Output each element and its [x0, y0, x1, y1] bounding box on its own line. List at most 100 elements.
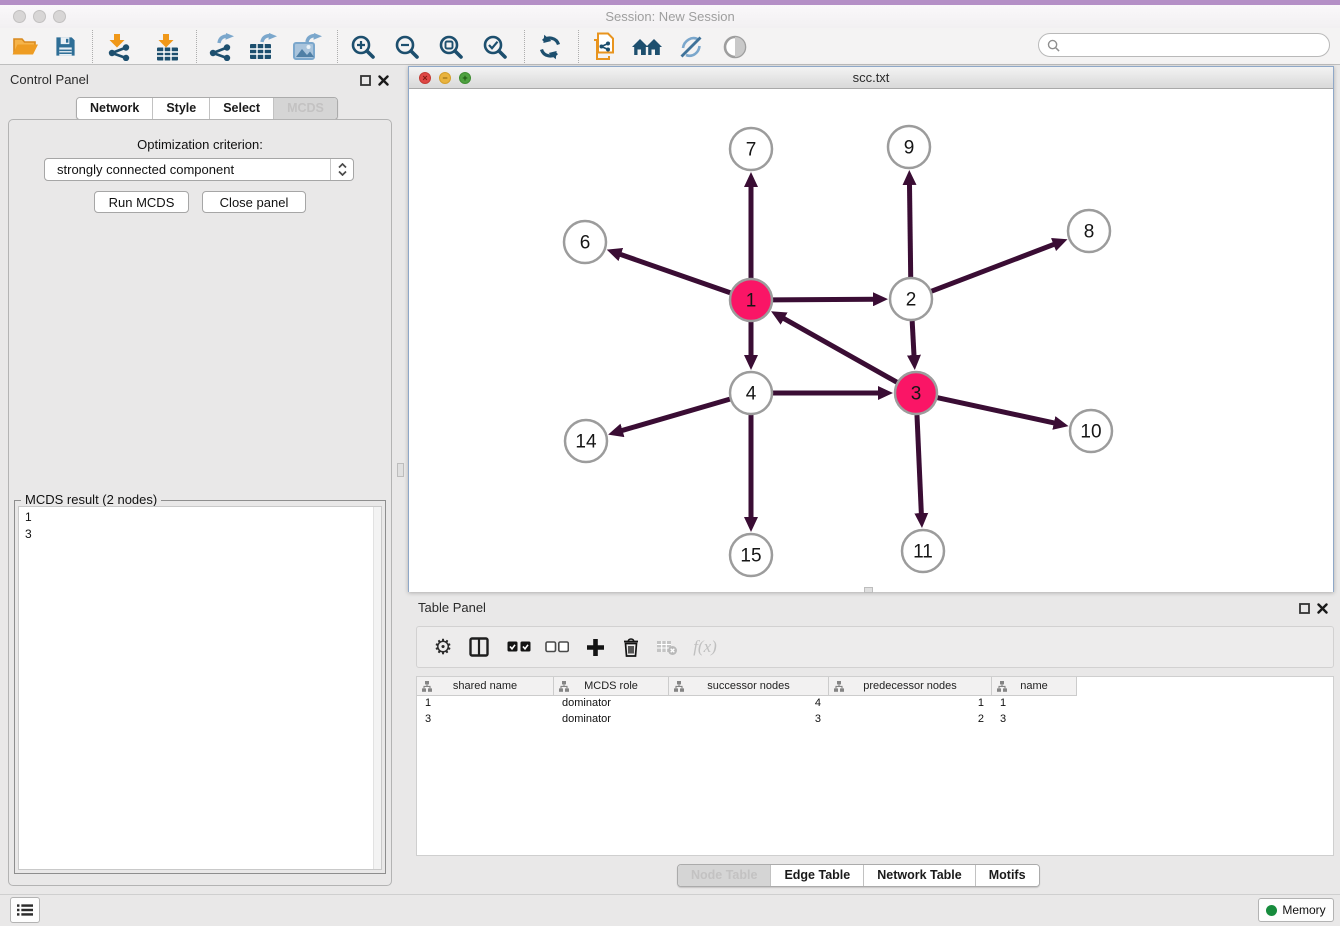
graphics-details-button[interactable] [716, 30, 754, 63]
table-row[interactable]: 1dominator411 [417, 696, 1333, 712]
select-all-button[interactable] [503, 632, 535, 662]
table-cell[interactable]: 2 [829, 712, 992, 728]
node-label: 8 [1084, 222, 1095, 243]
column-visibility-button[interactable] [463, 632, 495, 662]
zoom-out-button[interactable] [388, 30, 426, 63]
search-input[interactable] [1064, 35, 1329, 55]
node-label: 10 [1080, 422, 1101, 443]
tab-edge-table[interactable]: Edge Table [771, 865, 864, 886]
mcds-result-area[interactable]: 1 3 [18, 506, 382, 870]
table-cell[interactable]: 4 [669, 696, 829, 712]
delete-table-button[interactable] [651, 632, 683, 662]
optimization-dropdown[interactable]: strongly connected component [44, 158, 354, 181]
zoom-fit-button[interactable] [432, 30, 470, 63]
table-cell[interactable]: dominator [554, 696, 669, 712]
function-builder-button[interactable]: f(x) [689, 632, 721, 662]
column-header-shared-name[interactable]: shared name [417, 677, 554, 696]
tab-network-table[interactable]: Network Table [864, 865, 976, 886]
table-panel-close-button[interactable] [1315, 601, 1329, 615]
table-panel-tabs: Node TableEdge TableNetwork TableMotifs [677, 864, 1040, 887]
table-cell[interactable]: 3 [417, 712, 554, 728]
mcds-result-text: 1 3 [25, 509, 32, 543]
edge-1-6[interactable] [619, 254, 730, 293]
toolbar-separator [337, 30, 338, 63]
export-network-button[interactable] [202, 30, 240, 63]
zoom-in-icon [350, 34, 376, 60]
table-panel-float-button[interactable] [1297, 601, 1311, 615]
node-11[interactable]: 11 [902, 530, 944, 572]
run-mcds-button[interactable]: Run MCDS [94, 191, 189, 213]
column-header-predecessor-nodes[interactable]: predecessor nodes [829, 677, 992, 696]
tab-motifs[interactable]: Motifs [976, 865, 1039, 886]
column-header-name[interactable]: name [992, 677, 1077, 696]
zoom-in-button[interactable] [344, 30, 382, 63]
node-15[interactable]: 15 [730, 534, 772, 576]
edge-2-3[interactable] [912, 321, 914, 357]
tab-select[interactable]: Select [210, 98, 274, 119]
column-header-MCDS-role[interactable]: MCDS role [554, 677, 669, 696]
table-settings-button[interactable]: ⚙ [427, 632, 459, 662]
tab-node-table[interactable]: Node Table [678, 865, 771, 886]
network-canvas[interactable]: 1 2 3 4 6 7 8 9 10 11 14 15 [409, 89, 1333, 592]
node-14[interactable]: 14 [565, 420, 607, 462]
network-window-titlebar[interactable]: × − + scc.txt [409, 67, 1333, 89]
edge-4-14[interactable] [621, 399, 730, 431]
control-panel-float-button[interactable] [358, 73, 372, 87]
edge-3-1[interactable] [782, 318, 896, 383]
table-row[interactable]: 3dominator323 [417, 712, 1333, 728]
network-graph[interactable]: 1 2 3 4 6 7 8 9 10 11 14 15 [409, 89, 1333, 592]
node-1[interactable]: 1 [730, 279, 772, 321]
memory-button[interactable]: Memory [1258, 898, 1334, 922]
column-header-successor-nodes[interactable]: successor nodes [669, 677, 829, 696]
table-cell[interactable]: 3 [669, 712, 829, 728]
import-table-button[interactable] [148, 30, 186, 63]
table-cell[interactable]: 1 [829, 696, 992, 712]
first-neighbors-button[interactable] [628, 30, 666, 63]
edge-2-8[interactable] [932, 244, 1056, 291]
delete-column-button[interactable] [615, 632, 647, 662]
task-history-button[interactable] [10, 897, 40, 923]
attribute-icon [422, 681, 432, 692]
style-brush-button[interactable] [672, 30, 710, 63]
table-cell[interactable]: dominator [554, 712, 669, 728]
node-7[interactable]: 7 [730, 128, 772, 170]
edge-3-11[interactable] [917, 415, 921, 515]
export-table-button[interactable] [244, 30, 282, 63]
attribute-icon [674, 681, 684, 692]
result-scrollbar[interactable] [373, 507, 381, 869]
refresh-button[interactable] [531, 30, 569, 63]
tab-mcds[interactable]: MCDS [274, 98, 337, 119]
edge-2-9[interactable] [909, 183, 910, 277]
node-10[interactable]: 10 [1070, 410, 1112, 452]
table-cell[interactable]: 1 [417, 696, 554, 712]
add-column-button[interactable] [579, 632, 611, 662]
edge-3-10[interactable] [937, 398, 1055, 424]
network-from-selection-button[interactable] [586, 30, 624, 63]
export-table-icon [248, 33, 278, 61]
save-session-button[interactable] [46, 30, 84, 63]
node-2[interactable]: 2 [890, 278, 932, 320]
tab-network[interactable]: Network [77, 98, 153, 119]
edge-1-2[interactable] [773, 299, 875, 300]
deselect-all-button[interactable] [541, 632, 573, 662]
horizontal-splitter-handle[interactable] [864, 587, 873, 593]
toolbar-separator [92, 30, 93, 63]
network-file-icon [592, 32, 618, 61]
tab-style[interactable]: Style [153, 98, 210, 119]
node-9[interactable]: 9 [888, 126, 930, 168]
open-file-button[interactable] [6, 30, 44, 63]
control-panel-tabs: NetworkStyleSelectMCDS [76, 97, 338, 120]
node-6[interactable]: 6 [564, 221, 606, 263]
node-8[interactable]: 8 [1068, 210, 1110, 252]
node-label: 9 [904, 138, 915, 159]
vertical-splitter-handle[interactable] [397, 463, 404, 477]
zoom-selected-button[interactable] [476, 30, 514, 63]
node-4[interactable]: 4 [730, 372, 772, 414]
control-panel-close-button[interactable] [376, 73, 390, 87]
import-network-button[interactable] [100, 30, 138, 63]
node-3[interactable]: 3 [895, 372, 937, 414]
close-panel-button[interactable]: Close panel [202, 191, 306, 213]
table-cell[interactable]: 1 [992, 696, 1077, 712]
table-cell[interactable]: 3 [992, 712, 1077, 728]
export-image-button[interactable] [288, 30, 326, 63]
